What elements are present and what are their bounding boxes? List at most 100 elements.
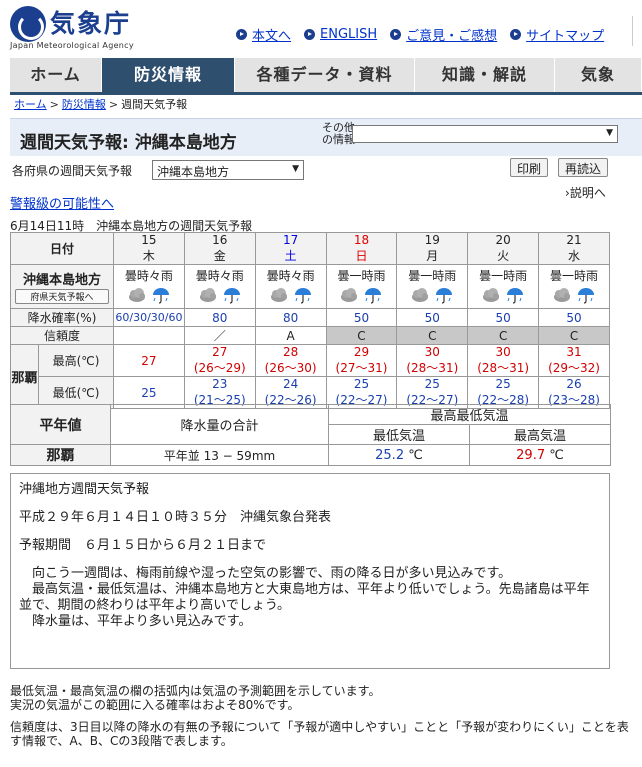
umbrella-icon <box>363 286 383 307</box>
breadcrumb-separator: > <box>108 98 119 111</box>
row-max-temp: 那覇 最高(℃) 27 27 (26〜29) 28 (26〜30) 29 (27〜31… <box>10 344 610 409</box>
link-sitemap[interactable]: サイトマップ <box>510 25 604 44</box>
tab-weather[interactable]: 気象 <box>555 58 642 92</box>
max-cell: 28 (26〜30) <box>254 344 327 377</box>
print-button[interactable]: 印刷 <box>510 158 549 177</box>
max-range: (27〜31) <box>335 361 388 375</box>
max-value: 27 <box>212 345 228 359</box>
umbrella-icon <box>293 286 313 307</box>
forecast-table: 日付 15 木 16 金 17 土 18 日 19 月 20 火 21 水 沖縄本島地方 府県… <box>9 232 610 409</box>
cloud-icon <box>269 286 289 307</box>
link-label[interactable]: 本文へ <box>252 25 291 44</box>
cloud-icon <box>481 286 501 307</box>
jma-logo-icon[interactable] <box>10 6 46 42</box>
umbrella-icon <box>505 286 525 307</box>
note-range: 最低気温・最高気温の欄の括弧内は気温の予測範囲を示しています。 実況の気温がこの範… <box>10 684 630 712</box>
tab-home[interactable]: ホーム <box>10 58 102 92</box>
arrow-bullet-icon <box>390 29 402 40</box>
breadcrumb-separator: > <box>49 98 59 111</box>
region-label: 沖縄本島地方 <box>23 272 102 288</box>
reliability-value: C <box>396 326 469 345</box>
normals-header: 平年値 <box>10 404 111 445</box>
weather-icons <box>185 286 255 307</box>
row-pop: 降水確率(%) 60/30/30/60 80 80 50 50 50 50 <box>9 308 610 327</box>
link-main-content[interactable]: 本文へ <box>236 25 291 44</box>
day-header: 21 水 <box>538 232 610 265</box>
weather-icons <box>327 286 397 307</box>
text-forecast: 沖縄地方週間天気予報 平成２９年６月１４日１０時３５分 沖縄気象台発表 予報期間… <box>10 473 610 669</box>
logo-text[interactable]: 気象庁 <box>50 4 131 40</box>
other-info-select[interactable] <box>352 125 618 143</box>
min-value: 25 <box>353 377 370 391</box>
weather-icons <box>539 286 609 307</box>
tab-knowledge[interactable]: 知識・解説 <box>415 58 555 92</box>
day-dow: 木 <box>142 249 155 263</box>
reliability-value: C <box>325 326 398 345</box>
text-body-3: 降水量は、平年より多い見込みです。 <box>19 614 252 629</box>
normals-city: 那覇 <box>10 444 111 466</box>
max-label: 最高(℃) <box>37 344 115 377</box>
link-feedback[interactable]: ご意見・ご感想 <box>390 25 497 44</box>
pop-value: 80 <box>254 308 327 327</box>
cloud-icon <box>410 286 430 307</box>
day-header: 18 日 <box>325 232 398 265</box>
text-period: 予報期間 ６月１５日から６月２１日まで <box>19 538 267 553</box>
min-value: 24 <box>282 377 299 391</box>
arrow-bullet-icon <box>236 29 247 40</box>
scrollbar[interactable] <box>632 16 642 46</box>
day-dow: 金 <box>213 249 226 263</box>
normal-min-cell: 25.2 ℃ <box>328 444 470 466</box>
temp-header: 最高最低気温 <box>327 404 612 425</box>
max-range: (29〜32) <box>548 361 600 375</box>
pop-label: 降水確率(%) <box>9 308 115 327</box>
max-cell: 30 (28〜31) <box>467 344 540 377</box>
reliability-value: C <box>467 326 540 345</box>
day-header: 16 金 <box>183 232 256 265</box>
reload-button[interactable]: 再読込 <box>558 158 609 177</box>
explain-label[interactable]: 説明へ <box>570 186 606 200</box>
umbrella-icon <box>222 286 242 307</box>
pref-select[interactable]: 沖縄本島地方 <box>152 160 304 180</box>
weather-text: 曇時々雨 <box>195 268 244 283</box>
breadcrumb-disaster[interactable]: 防災情報 <box>62 98 106 111</box>
max-value: 28 <box>282 345 299 359</box>
day-header: 19 月 <box>396 232 469 265</box>
row-reliability: 信頼度 ／ A C C C C <box>9 326 610 345</box>
top-links: 本文へ ENGLISH ご意見・ご感想 サイトマップ <box>236 25 617 44</box>
max-range: (28〜31) <box>477 361 530 375</box>
day-date: 15 <box>141 233 157 247</box>
warning-possibility-link[interactable]: 警報級の可能性へ <box>10 193 114 212</box>
link-label[interactable]: サイトマップ <box>526 25 604 44</box>
day-date: 21 <box>566 233 582 247</box>
tab-data[interactable]: 各種データ・資料 <box>235 58 415 92</box>
unit: ℃ <box>408 447 423 463</box>
link-label[interactable]: ご意見・ご感想 <box>406 25 497 44</box>
tab-disaster-info[interactable]: 防災情報 <box>102 58 235 92</box>
arrow-bullet-icon <box>304 29 316 40</box>
reliability-value: ／ <box>183 326 256 345</box>
day-header: 20 火 <box>467 232 540 265</box>
max-value: 29 <box>353 345 370 359</box>
weather-cell: 曇一時雨 <box>396 264 469 309</box>
weather-icons <box>114 286 184 307</box>
max-cell: 30 (28〜31) <box>396 344 469 377</box>
day-date: 17 <box>282 233 299 247</box>
link-label[interactable]: ENGLISH <box>320 27 377 42</box>
pop-value: 80 <box>183 308 256 327</box>
link-english[interactable]: ENGLISH <box>304 25 377 44</box>
weather-text: 曇時々雨 <box>266 268 315 283</box>
nav-underline <box>10 92 642 95</box>
pop-value: 60/30/30/60 <box>113 308 185 327</box>
weather-icons <box>468 286 538 307</box>
day-dow: 日 <box>355 249 368 263</box>
breadcrumb-home[interactable]: ホーム <box>14 98 47 111</box>
weather-text: 曇一時雨 <box>550 268 599 283</box>
pref-forecast-button[interactable]: 府県天気予報へ <box>15 288 110 304</box>
day-header: 15 木 <box>113 232 185 265</box>
max-value: 31 <box>566 345 582 359</box>
explain-link[interactable]: ›説明へ <box>565 184 606 201</box>
text-issued: 平成２９年６月１４日１０時３５分 沖縄気象台発表 <box>19 510 332 525</box>
max-cell: 27 <box>113 344 185 377</box>
pop-value: 50 <box>538 308 610 327</box>
unit: ℃ <box>549 447 564 463</box>
